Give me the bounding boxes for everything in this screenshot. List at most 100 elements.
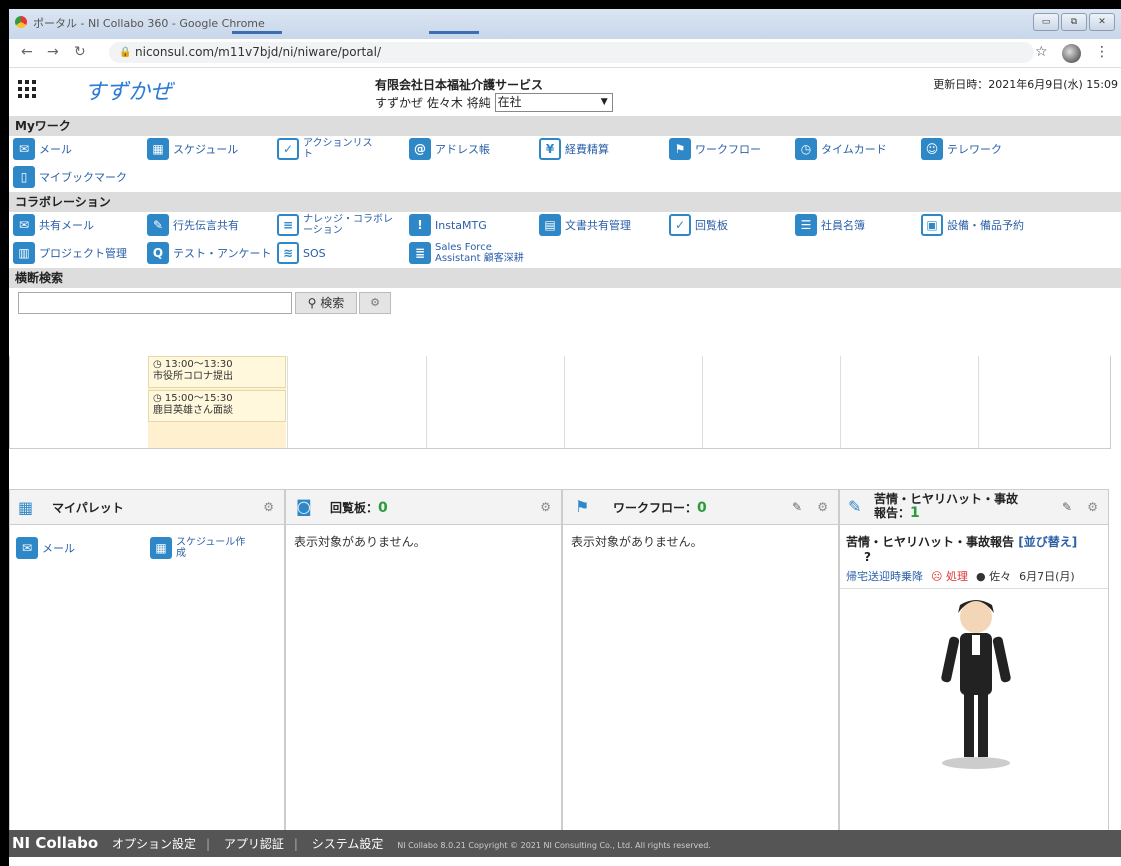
search-row: ⚲ 検索 ⚙ [9, 288, 1121, 316]
sfa-icon: ≣ [409, 242, 431, 264]
collab-shared-mail[interactable]: ✉ 共有メール [13, 214, 94, 236]
reload-icon[interactable]: ↻ [74, 44, 86, 60]
mail-icon: ✉ [16, 537, 38, 559]
telework-icon: ☺ [921, 138, 943, 160]
sort-link[interactable]: [並び替え] [1018, 535, 1077, 549]
footer-option-settings[interactable]: オプション設定 [112, 837, 196, 851]
clock-icon: ◷ [153, 359, 162, 370]
address-bar: ← → ↻ 🔒 niconsul.com/m11v7bjd/ni/niware/… [9, 39, 1121, 68]
workflow-icon: ⚑ [669, 138, 691, 160]
calendar-grid: ◷ 13:00〜13:30 市役所コロナ提出 ◷ 15:00〜15:30 鹿目英雄さ… [9, 356, 1111, 449]
mywork-expense[interactable]: ¥ 経費精算 [539, 138, 609, 160]
search-button[interactable]: ⚲ 検索 [295, 292, 357, 314]
company-name: 有限会社日本福祉介護サービス [375, 78, 544, 92]
schedule-icon: ▦ [150, 537, 172, 559]
portlet-area: ▦ マイパレット ⚙ ✉ メール ▦ スケジュール作成 ◙ 回覧板：0 ⚙ 表示対象… [9, 489, 1109, 831]
complaint-row[interactable]: 帰宅送迎時乗降 ☹ 処理 ● 佐々 6月7日(月) [840, 564, 1108, 589]
footer-system-settings[interactable]: システム設定 [312, 837, 384, 851]
collab-survey[interactable]: Q テスト・アンケート [147, 242, 272, 264]
calendar-event[interactable]: ◷ 13:00〜13:30 市役所コロナ提出 [148, 356, 286, 388]
clock-icon: ◷ [153, 393, 162, 404]
avatar: ● 佐々 [975, 570, 1012, 583]
bookmark-icon: ▯ [13, 166, 35, 188]
collab-knowledge[interactable]: ≡ ナレッジ・コラボレーション [277, 214, 395, 236]
gear-icon[interactable]: ⚙ [817, 500, 828, 514]
pencil-icon[interactable]: ✎ [792, 500, 802, 514]
search-input[interactable] [18, 292, 292, 314]
mywork-mail[interactable]: ✉ メール [13, 138, 72, 160]
mywork-workflow[interactable]: ⚑ ワークフロー [669, 138, 761, 160]
pencil-icon[interactable]: ✎ [1062, 500, 1072, 514]
collab-project[interactable]: ▥ プロジェクト管理 [13, 242, 127, 264]
circular-empty: 表示対象がありません。 [294, 535, 426, 549]
collab-circular[interactable]: ✓ 回覧板 [669, 214, 728, 236]
circular-icon: ◙ [296, 497, 312, 516]
project-icon: ▥ [13, 242, 35, 264]
palette-schedule-create[interactable]: ▦ スケジュール作成 [150, 537, 246, 559]
complaint-icon: ✎ [848, 497, 862, 516]
question-mark: ? [864, 550, 871, 564]
gear-icon[interactable]: ⚙ [263, 500, 274, 514]
profile-avatar[interactable] [1062, 44, 1081, 63]
workflow-panel: ⚑ ワークフロー：0 ✎ ⚙ 表示対象がありません。 [562, 489, 839, 831]
bookmark-star-icon[interactable]: ☆ [1035, 44, 1048, 60]
logo[interactable]: すずかぜ [84, 74, 172, 106]
mywork-actionlist[interactable]: ✓ アクションリスト [277, 138, 373, 160]
back-icon[interactable]: ← [21, 44, 33, 60]
collab-sfa[interactable]: ≣ Sales Force Assistant 顧客深耕 [409, 242, 531, 264]
checklist-icon: ✓ [277, 138, 299, 160]
restore-button[interactable]: ⧉ [1061, 13, 1087, 31]
footer-brand: NI Collabo [12, 834, 99, 852]
collab-row-1: ✉ 共有メール ✎ 行先伝言共有 ≡ ナレッジ・コラボレーション ! InstaMTG … [9, 212, 1121, 240]
footer-app-auth[interactable]: アプリ認証 [224, 837, 284, 851]
collab-instamtg[interactable]: ! InstaMTG [409, 214, 487, 236]
palette-mail[interactable]: ✉ メール [16, 537, 75, 559]
mywork-address[interactable]: @ アドレス帳 [409, 138, 490, 160]
mywork-schedule[interactable]: ▦ スケジュール [147, 138, 238, 160]
grid-icon: ▦ [18, 498, 34, 517]
updated-time: 更新日時：2021年6月9日(水) 15:09 [933, 78, 1118, 91]
menu-icon[interactable]: ⋮ [1095, 44, 1109, 60]
workflow-empty: 表示対象がありません。 [571, 535, 703, 549]
collab-sos[interactable]: ≋ SOS [277, 242, 326, 264]
collab-message[interactable]: ✎ 行先伝言共有 [147, 214, 239, 236]
shared-mail-icon: ✉ [13, 214, 35, 236]
chevron-down-icon: ▼ [600, 97, 608, 107]
status-select[interactable]: 在社 ▼ [494, 93, 613, 112]
app-grid-icon[interactable] [18, 80, 36, 98]
circular-icon: ✓ [669, 214, 691, 236]
mywork-row-1: ✉ メール ▦ スケジュール ✓ アクションリスト @ アドレス帳 ¥ 経費精算 ⚑ ワーク… [9, 136, 1121, 164]
knowledge-icon: ≡ [277, 214, 299, 236]
address-icon: @ [409, 138, 431, 160]
close-button[interactable]: ✕ [1089, 13, 1115, 31]
circular-panel: ◙ 回覧板：0 ⚙ 表示対象がありません。 [285, 489, 562, 831]
mywork-row-2: ▯ マイブックマーク [9, 164, 1121, 192]
mail-icon: ✉ [13, 138, 35, 160]
message-icon: ✎ [147, 214, 169, 236]
forward-icon[interactable]: → [47, 44, 59, 60]
gear-icon[interactable]: ⚙ [540, 500, 551, 514]
calendar-event[interactable]: ◷ 15:00〜15:30 鹿目英雄さん面談 [148, 390, 286, 422]
workflow-icon: ⚑ [575, 497, 590, 516]
mywork-timecard[interactable]: ◷ タイムカード [795, 138, 887, 160]
expense-icon: ¥ [539, 138, 561, 160]
mypalette-panel: ▦ マイパレット ⚙ ✉ メール ▦ スケジュール作成 [9, 489, 285, 831]
collab-document[interactable]: ▤ 文書共有管理 [539, 214, 631, 236]
complaint-panel: ✎ 苦情・ヒヤリハット・事故報告：1 ✎ ⚙ 苦情・ヒヤリハット・事故報告 [並… [839, 489, 1109, 831]
collab-facility[interactable]: ▣ 設備・備品予約 [921, 214, 1024, 236]
user-name: すずかぜ 佐々木 将純 [375, 96, 491, 110]
url-text: niconsul.com/m11v7bjd/ni/niware/portal/ [135, 45, 381, 59]
collab-header: コラボレーション [9, 192, 1121, 212]
gear-icon[interactable]: ⚙ [1087, 500, 1098, 514]
mywork-bookmark[interactable]: ▯ マイブックマーク [13, 166, 127, 188]
tab-indicator-active[interactable] [429, 31, 479, 34]
mypalette-title: マイパレット [52, 501, 124, 515]
search-settings-button[interactable]: ⚙ [359, 292, 391, 314]
instamtg-icon: ! [409, 214, 431, 236]
minimize-button[interactable]: ▭ [1033, 13, 1059, 31]
url-field[interactable]: 🔒 niconsul.com/m11v7bjd/ni/niware/portal… [109, 42, 1034, 63]
survey-icon: Q [147, 242, 169, 264]
collab-staff[interactable]: ☰ 社員名簿 [795, 214, 865, 236]
mywork-telework[interactable]: ☺ テレワーク [921, 138, 1002, 160]
tab-indicator[interactable] [232, 31, 282, 34]
